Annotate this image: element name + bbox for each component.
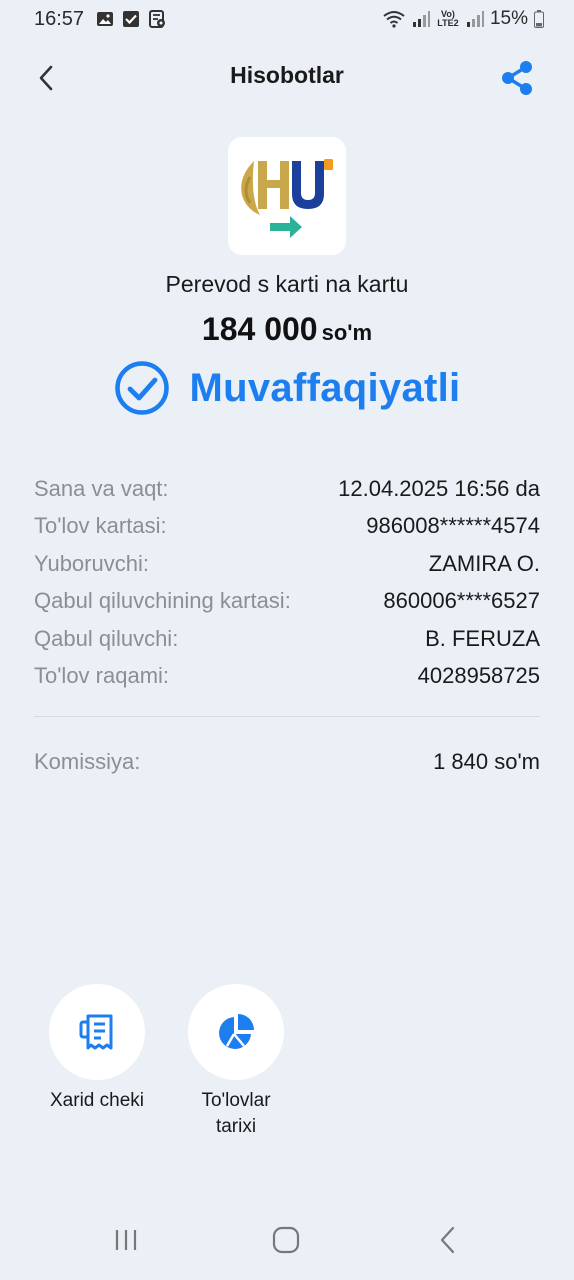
status-right: Vo) LTE2 15% [382, 8, 544, 30]
pie-chart-icon [219, 1014, 254, 1049]
share-icon [502, 61, 532, 95]
home-icon [272, 1226, 300, 1254]
payment-history-action[interactable]: To'lovlar tarixi [166, 984, 306, 1140]
detail-row-date: Sana va vaqt: 12.04.2025 16:56 da [34, 470, 540, 508]
receipt-button[interactable] [49, 984, 145, 1080]
system-nav-bar [0, 1210, 574, 1270]
detail-label: Qabul qiluvchining kartasi: [34, 588, 291, 614]
recent-apps-button[interactable] [96, 1210, 156, 1270]
detail-value: 860006****6527 [383, 588, 540, 614]
detail-row-payment-number: To'lov raqami: 4028958725 [34, 658, 540, 696]
battery-icon [534, 10, 544, 28]
detail-row-recipient: Qabul qiluvchi: B. FERUZA [34, 620, 540, 658]
wifi-icon [383, 11, 405, 28]
receipt-action[interactable]: Xarid cheki [27, 984, 167, 1114]
fee-value: 1 840 so'm [433, 748, 540, 774]
payment-history-button[interactable] [188, 984, 284, 1080]
payment-history-label: To'lovlar tarixi [201, 1090, 271, 1137]
amount-currency: so'm [321, 320, 373, 345]
fee-label: Komissiya: [34, 748, 141, 774]
detail-label: Sana va vaqt: [34, 475, 169, 501]
system-back-button[interactable] [418, 1210, 478, 1270]
check-box-icon [123, 11, 139, 27]
detail-value: 12.04.2025 16:56 da [338, 475, 540, 501]
receipt-icon [79, 1014, 113, 1050]
detail-row-sender: Yuboruvchi: ZAMIRA O. [34, 545, 540, 583]
recent-apps-icon [115, 1230, 137, 1250]
image-icon [97, 12, 113, 26]
divider [34, 716, 540, 717]
service-logo [228, 137, 346, 255]
status-icons [96, 10, 166, 28]
detail-label: To'lov raqami: [34, 663, 170, 689]
network-label: Vo) LTE2 [437, 9, 459, 28]
detail-value: ZAMIRA O. [428, 550, 540, 576]
share-button[interactable] [496, 57, 538, 99]
detail-value: 4028958725 [417, 663, 540, 689]
status-time: 16:57 [34, 8, 85, 30]
detail-label: Yuboruvchi: [34, 550, 149, 576]
settings-doc-icon [149, 10, 165, 28]
battery-percent: 15% [489, 8, 528, 29]
signal-icon [466, 11, 484, 27]
home-button[interactable] [256, 1210, 316, 1270]
details-list: Sana va vaqt: 12.04.2025 16:56 da To'lov… [34, 470, 540, 695]
amount-value: 184 000 [201, 311, 318, 347]
service-name: Perevod s karti na kartu [165, 271, 409, 297]
detail-value: B. FERUZA [425, 625, 540, 651]
signal-icon [412, 11, 430, 27]
detail-label: To'lov kartasi: [34, 513, 167, 539]
page-title: Hisobotlar [230, 62, 344, 88]
hu-logo [241, 159, 333, 238]
detail-label: Qabul qiluvchi: [34, 625, 179, 651]
detail-row-recipient-card: Qabul qiluvchining kartasi: 860006****65… [34, 583, 540, 621]
back-arrow-icon [440, 1226, 455, 1254]
status-row: Muvaffaqiyatli [0, 360, 574, 416]
fee-row: Komissiya: 1 840 so'm [34, 743, 540, 781]
receipt-label: Xarid cheki [50, 1090, 144, 1111]
amount: 184 000 so'm [0, 311, 574, 348]
status-text: Muvaffaqiyatli [189, 365, 461, 410]
check-circle-icon [114, 361, 169, 415]
detail-value: 986008******4574 [366, 513, 540, 539]
detail-row-payment-card: To'lov kartasi: 986008******4574 [34, 508, 540, 546]
